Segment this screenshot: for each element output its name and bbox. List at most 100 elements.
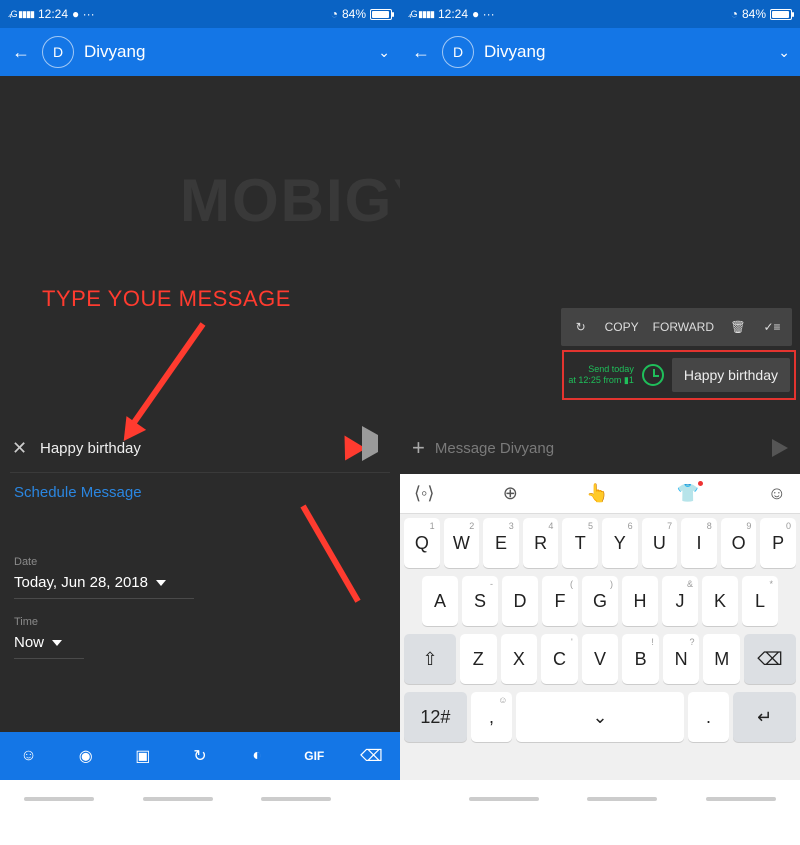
nav-recents[interactable] (706, 797, 776, 801)
key-g[interactable]: )G (582, 576, 618, 626)
key-m[interactable]: M (703, 634, 740, 684)
copy-button[interactable]: COPY (605, 320, 639, 334)
shift-key[interactable]: ⇧ (404, 634, 456, 684)
key-x[interactable]: X (501, 634, 538, 684)
annotation-text: TYPE YOUE MESSAGE (42, 286, 291, 312)
date-label: Date (14, 556, 37, 568)
contact-icon[interactable]: ◐ (246, 745, 268, 767)
back-icon[interactable]: ← (10, 41, 32, 63)
key-i[interactable]: 8I (681, 518, 717, 568)
contact-name[interactable]: Divyang (484, 42, 768, 62)
backspace-icon[interactable]: ⌫ (360, 745, 382, 767)
select-all-icon[interactable]: ✓≡ (762, 317, 782, 337)
contact-avatar[interactable]: D (42, 36, 74, 68)
kbd-sticker-icon[interactable]: 👕 (677, 483, 699, 504)
nav-home[interactable] (587, 797, 657, 801)
status-time: 12:24 (38, 7, 68, 21)
clock-icon (642, 364, 664, 386)
key-s[interactable]: -S (462, 576, 498, 626)
android-nav-bar (0, 783, 800, 815)
message-input[interactable]: Happy birthday (34, 440, 362, 457)
status-bar: ₄G ▮▮▮▮ 12:24 ● ··· ◔ 84% (400, 0, 800, 28)
chat-header: ← D Divyang ⌄ (0, 28, 400, 76)
nav-back[interactable] (24, 797, 94, 801)
image-icon[interactable]: ▣ (132, 745, 154, 767)
enter-key[interactable]: ↵ (733, 692, 796, 742)
key-b[interactable]: !B (622, 634, 659, 684)
key-d[interactable]: D (502, 576, 538, 626)
delete-icon[interactable]: 🗑 (728, 317, 748, 337)
contact-name[interactable]: Divyang (84, 42, 368, 62)
status-dot: ● ··· (72, 7, 95, 21)
key-r[interactable]: 4R (523, 518, 559, 568)
right-screenshot: ₄G ▮▮▮▮ 12:24 ● ··· ◔ 84% ← D Divyang ⌄ … (400, 0, 800, 780)
forward-button[interactable]: FORWARD (653, 320, 714, 334)
kbd-emoji-icon[interactable]: ☺ (768, 483, 786, 504)
key-p[interactable]: 0P (760, 518, 796, 568)
camera-icon[interactable]: ◉ (75, 745, 97, 767)
comma-key[interactable]: ☺, (471, 692, 513, 742)
kbd-expand-icon[interactable]: ⟨◦⟩ (414, 483, 434, 504)
message-input-row: + Message Divyang (400, 426, 800, 470)
time-dropdown[interactable]: Now (14, 634, 62, 651)
key-a[interactable]: A (422, 576, 458, 626)
schedule-message-link[interactable]: Schedule Message (14, 484, 142, 501)
key-z[interactable]: Z (460, 634, 497, 684)
key-c[interactable]: 'C (541, 634, 578, 684)
close-icon[interactable]: ✕ (12, 438, 34, 459)
key-l[interactable]: *L (742, 576, 778, 626)
period-key[interactable]: . (688, 692, 730, 742)
space-key[interactable]: ⌄ (516, 692, 683, 742)
nav-home[interactable] (143, 797, 213, 801)
arrow-annotation-2 (300, 505, 360, 603)
key-k[interactable]: K (702, 576, 738, 626)
key-e[interactable]: 3E (483, 518, 519, 568)
add-attachment-button[interactable]: + (412, 435, 425, 461)
key-f[interactable]: (F (542, 576, 578, 626)
key-u[interactable]: 7U (642, 518, 678, 568)
message-input[interactable]: Message Divyang (425, 440, 772, 457)
backspace-key[interactable]: ⌫ (744, 634, 796, 684)
back-icon[interactable]: ← (410, 41, 432, 63)
emoji-icon[interactable]: ☺ (18, 745, 40, 767)
chevron-down-icon[interactable]: ⌄ (778, 44, 790, 61)
date-value: Today, Jun 28, 2018 (14, 574, 148, 591)
nav-recents[interactable] (261, 797, 331, 801)
chevron-down-icon[interactable]: ⌄ (378, 44, 390, 61)
dropdown-icon (52, 640, 62, 646)
key-t[interactable]: 5T (562, 518, 598, 568)
key-h[interactable]: H (622, 576, 658, 626)
key-j[interactable]: &J (662, 576, 698, 626)
key-w[interactable]: 2W (444, 518, 480, 568)
history-icon[interactable]: ↻ (189, 745, 211, 767)
date-dropdown[interactable]: Today, Jun 28, 2018 (14, 574, 166, 591)
status-time: 12:24 (438, 7, 468, 21)
send-icon[interactable] (772, 439, 788, 457)
time-value: Now (14, 634, 44, 651)
chat-header: ← D Divyang ⌄ (400, 28, 800, 76)
nav-back[interactable] (469, 797, 539, 801)
message-bubble[interactable]: Happy birthday (672, 358, 790, 392)
key-q[interactable]: 1Q (404, 518, 440, 568)
contact-avatar[interactable]: D (442, 36, 474, 68)
history-icon[interactable]: ↻ (571, 317, 591, 337)
key-y[interactable]: 6Y (602, 518, 638, 568)
context-menu: ↻ COPY FORWARD 🗑 ✓≡ (561, 308, 792, 346)
message-input-row: ✕ Happy birthday (0, 426, 400, 470)
send-button[interactable] (362, 435, 388, 461)
send-icon (362, 426, 378, 461)
gif-icon[interactable]: GIF (303, 745, 325, 767)
signal-icon: ₄G ▮▮▮▮ (8, 9, 34, 20)
kbd-globe-icon[interactable]: ⊕ (503, 483, 518, 504)
key-v[interactable]: V (582, 634, 619, 684)
keyboard: ⟨◦⟩ ⊕ 👆 👕 ☺ 1Q2W3E4R5T6Y7U8I9O0P A-SD(F)… (400, 474, 800, 780)
status-dot: ● ··· (472, 7, 495, 21)
time-underline (14, 658, 84, 659)
status-bar: ₄G ▮▮▮▮ 12:24 ● ··· ◔ 84% (0, 0, 400, 28)
key-n[interactable]: ?N (663, 634, 700, 684)
key-o[interactable]: 9O (721, 518, 757, 568)
wifi-icon: ◔ (731, 7, 738, 21)
symbols-key[interactable]: 12# (404, 692, 467, 742)
scheduled-message-row[interactable]: Send today at 12:25 from ▮1 Happy birthd… (566, 354, 792, 396)
kbd-mic-icon[interactable]: 👆 (586, 483, 608, 504)
